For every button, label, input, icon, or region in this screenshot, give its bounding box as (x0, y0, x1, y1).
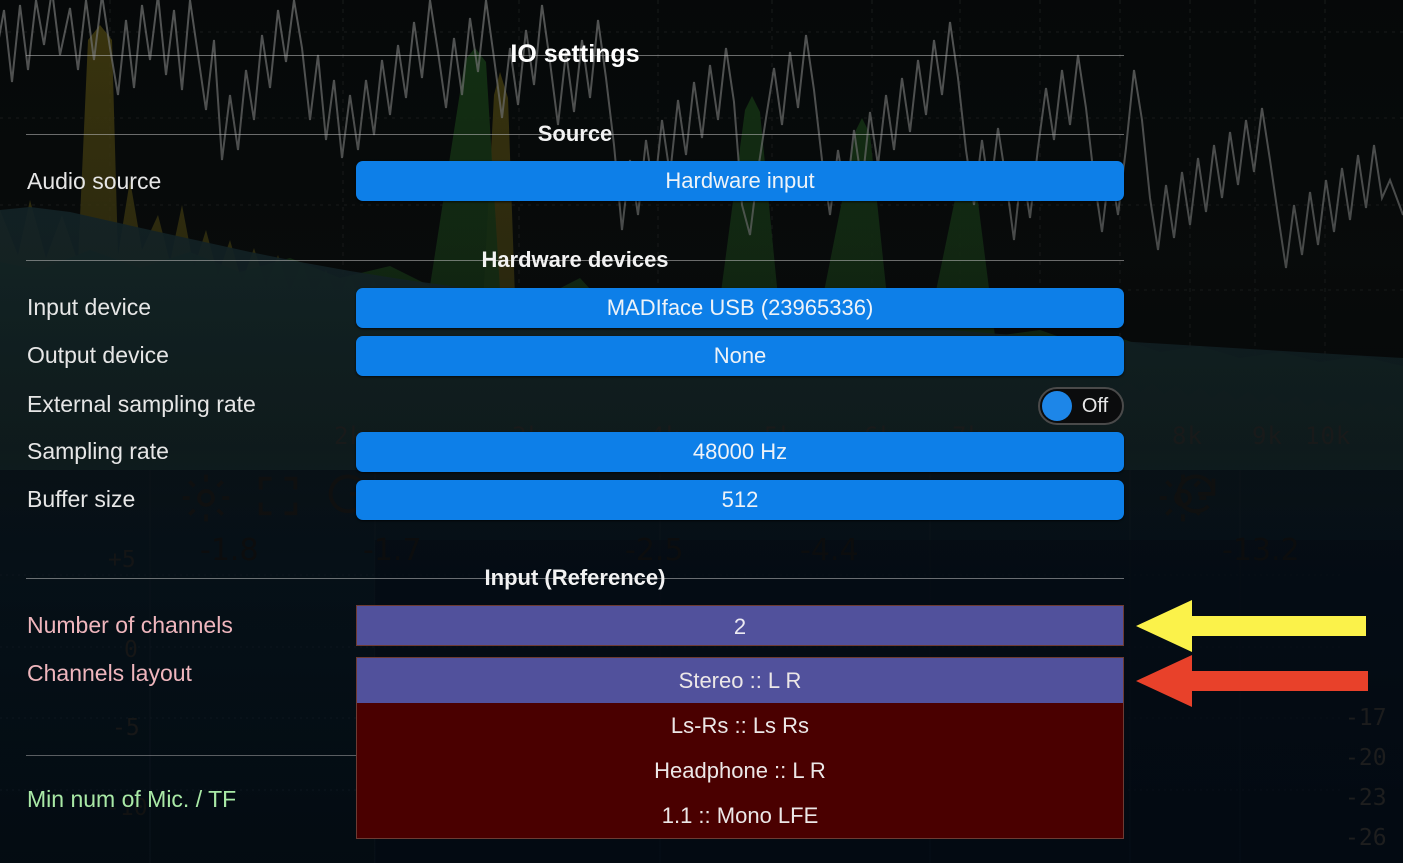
label-channels-layout: Channels layout (27, 660, 192, 686)
dropdown-option-headphone[interactable]: Headphone :: L R (357, 748, 1123, 793)
audio-source-button-label[interactable]: Hardware input (356, 161, 1124, 201)
label-number-of-channels: Number of channels (27, 612, 233, 638)
channels-layout-dropdown[interactable]: Stereo :: L R Ls-Rs :: Ls Rs Headphone :… (356, 657, 1124, 839)
label-min-num-of-mic-tf: Min num of Mic. / TF (27, 786, 237, 812)
toggle-knob-icon (1042, 391, 1072, 421)
page-title: IO settings (26, 40, 1124, 69)
dropdown-option-stereo[interactable]: Stereo :: L R (357, 658, 1123, 703)
row-input-device: Input device MADIface USB (23965336) (0, 285, 1403, 329)
buffer-size-button-label[interactable]: 512 (356, 480, 1124, 520)
row-output-device: Output device None (0, 333, 1403, 377)
audio-source-button[interactable]: Hardware input (356, 161, 1124, 201)
section-header-input-reference-text: Input (Reference) (484, 565, 666, 590)
input-device-button[interactable]: MADIface USB (23965336) (356, 288, 1124, 328)
label-audio-source: Audio source (27, 168, 162, 194)
section-header-source: Source (26, 121, 1124, 147)
output-device-button[interactable]: None (356, 336, 1124, 376)
number-of-channels-button-label[interactable]: 2 (356, 605, 1124, 646)
dropdown-option-mono-lfe[interactable]: 1.1 :: Mono LFE (357, 793, 1123, 838)
buffer-size-button[interactable]: 512 (356, 480, 1124, 520)
row-audio-source: Audio source Hardware input (0, 159, 1403, 203)
external-sampling-rate-toggle-state: Off (1081, 394, 1109, 417)
section-header-hardware-devices-text: Hardware devices (481, 247, 669, 272)
external-sampling-rate-toggle[interactable]: Off (1038, 387, 1124, 425)
label-external-sampling-rate: External sampling rate (27, 391, 256, 417)
input-device-button-label[interactable]: MADIface USB (23965336) (356, 288, 1124, 328)
sampling-rate-button-label[interactable]: 48000 Hz (356, 432, 1124, 472)
row-buffer-size: Buffer size 512 (0, 477, 1403, 521)
red-arrow (1136, 655, 1368, 707)
label-buffer-size: Buffer size (27, 486, 136, 512)
dropdown-option-ls-rs[interactable]: Ls-Rs :: Ls Rs (357, 703, 1123, 748)
section-header-hardware-devices: Hardware devices (26, 247, 1124, 273)
output-device-button-label[interactable]: None (356, 336, 1124, 376)
row-external-sampling-rate: External sampling rate (0, 382, 1403, 426)
label-sampling-rate: Sampling rate (27, 438, 169, 464)
page-title-text: IO settings (510, 40, 640, 68)
sampling-rate-button[interactable]: 48000 Hz (356, 432, 1124, 472)
label-output-device: Output device (27, 342, 169, 368)
yellow-arrow (1136, 600, 1366, 652)
io-settings-window: 2k 3k 4k 5k 6k 7k 8k 9k 10k -17 -20 -23 … (0, 0, 1403, 863)
section-header-input-reference: Input (Reference) (26, 565, 1124, 591)
label-input-device: Input device (27, 294, 152, 320)
section-header-source-text: Source (537, 121, 613, 146)
number-of-channels-button[interactable]: 2 (356, 605, 1124, 646)
row-sampling-rate: Sampling rate 48000 Hz (0, 429, 1403, 473)
